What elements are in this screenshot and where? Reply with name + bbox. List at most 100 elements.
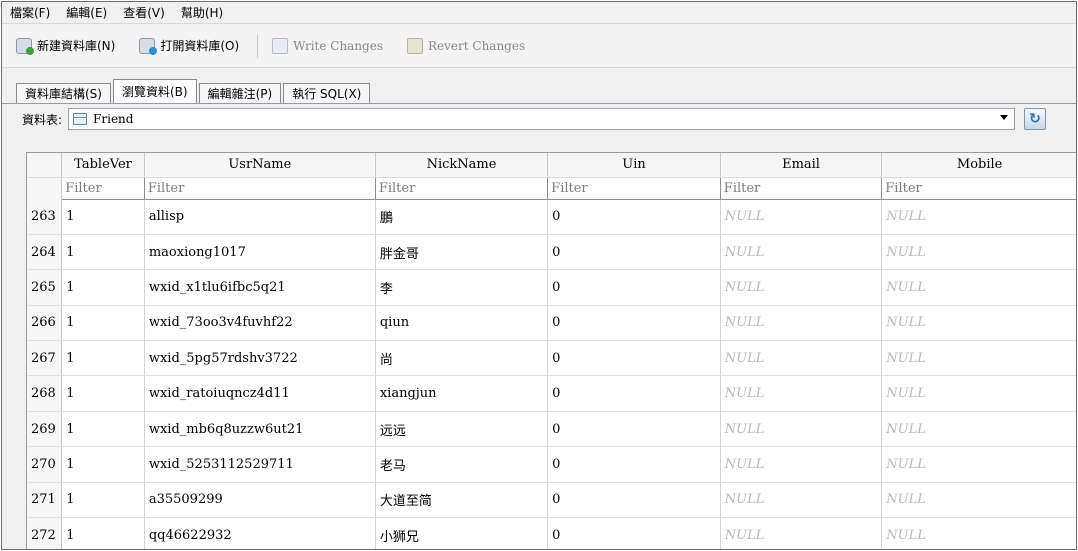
column-header-tablever[interactable]: TableVer (61, 153, 145, 178)
cell-uin[interactable]: 0 (547, 305, 721, 342)
cell-uin[interactable]: 0 (547, 340, 721, 377)
cell-email[interactable]: NULL (720, 269, 883, 306)
cell-email[interactable]: NULL (720, 411, 883, 448)
tab-browse-data[interactable]: 瀏覽資料(B) (112, 79, 197, 103)
cell-uin[interactable]: 0 (547, 411, 721, 448)
filter-input-email[interactable]: Filter (719, 176, 883, 200)
cell-mobile[interactable]: NULL (881, 199, 1076, 235)
table-row[interactable]: 264 1 maoxiong1017 胖金哥 0 NULL NULL (27, 234, 1076, 271)
cell-mobile[interactable]: NULL (881, 340, 1076, 377)
cell-uin[interactable]: 0 (547, 482, 721, 519)
cell-nickname[interactable]: 大道至简 (375, 482, 549, 519)
cell-email[interactable]: NULL (720, 305, 883, 342)
cell-uin[interactable]: 0 (547, 446, 721, 483)
cell-usrname[interactable]: wxid_5pg57rdshv3722 (144, 340, 376, 377)
cell-nickname[interactable]: 胖金哥 (375, 234, 549, 271)
row-number[interactable]: 264 (27, 234, 63, 271)
cell-usrname[interactable]: wxid_73oo3v4fuvhf22 (144, 305, 376, 342)
table-row[interactable]: 268 1 wxid_ratoiuqncz4d11 xiangjun 0 NULL NULL (27, 375, 1076, 412)
column-header-usrname[interactable]: UsrName (144, 153, 376, 178)
cell-uin[interactable]: 0 (547, 375, 721, 412)
row-number[interactable]: 265 (27, 269, 63, 306)
cell-nickname[interactable]: 鵬 (375, 199, 549, 235)
filter-input-tablever[interactable]: Filter (61, 176, 145, 200)
tab-execute-sql[interactable]: 執行 SQL(X) (283, 83, 371, 103)
menu-view[interactable]: 查看(V) (119, 4, 177, 21)
cell-nickname[interactable]: 小狮兄 (375, 517, 549, 549)
table-row[interactable]: 272 1 qq46622932 小狮兄 0 NULL NULL (27, 517, 1076, 549)
cell-usrname[interactable]: allisp (144, 199, 376, 235)
cell-tablever[interactable]: 1 (61, 517, 145, 549)
cell-nickname[interactable]: 老马 (375, 446, 549, 483)
cell-uin[interactable]: 0 (547, 199, 721, 235)
row-number[interactable]: 268 (27, 375, 63, 412)
table-row[interactable]: 269 1 wxid_mb6q8uzzw6ut21 远远 0 NULL NULL (27, 411, 1076, 448)
cell-mobile[interactable]: NULL (881, 517, 1076, 549)
cell-usrname[interactable]: maoxiong1017 (144, 234, 376, 271)
cell-usrname[interactable]: wxid_ratoiuqncz4d11 (144, 375, 376, 412)
menu-help[interactable]: 幫助(H) (177, 4, 235, 21)
table-row[interactable]: 266 1 wxid_73oo3v4fuvhf22 qiun 0 NULL NULL (27, 305, 1076, 342)
cell-tablever[interactable]: 1 (61, 234, 145, 271)
filter-input-nickname[interactable]: Filter (374, 176, 549, 200)
cell-nickname[interactable]: 李 (375, 269, 549, 306)
cell-usrname[interactable]: wxid_x1tlu6ifbc5q21 (144, 269, 376, 306)
cell-usrname[interactable]: qq46622932 (144, 517, 376, 549)
cell-nickname[interactable]: 尚 (375, 340, 549, 377)
cell-tablever[interactable]: 1 (61, 305, 145, 342)
cell-mobile[interactable]: NULL (881, 234, 1076, 271)
cell-tablever[interactable]: 1 (61, 199, 145, 235)
write-changes-button[interactable]: Write Changes (272, 37, 383, 54)
revert-changes-button[interactable]: Revert Changes (407, 37, 525, 54)
cell-email[interactable]: NULL (720, 199, 883, 235)
cell-uin[interactable]: 0 (547, 517, 721, 549)
tab-edit-pragmas[interactable]: 編輯雜注(P) (198, 83, 282, 103)
cell-tablever[interactable]: 1 (61, 340, 145, 377)
cell-usrname[interactable]: wxid_5253112529711 (144, 446, 376, 483)
column-header-uin[interactable]: Uin (547, 153, 721, 178)
table-select-dropdown[interactable]: Friend (68, 108, 1016, 130)
row-number[interactable]: 269 (27, 411, 63, 448)
cell-mobile[interactable]: NULL (881, 446, 1076, 483)
cell-email[interactable]: NULL (720, 446, 883, 483)
cell-nickname[interactable]: qiun (375, 305, 549, 342)
table-row[interactable]: 271 1 a35509299 大道至简 0 NULL NULL (27, 482, 1076, 519)
cell-email[interactable]: NULL (720, 482, 883, 519)
column-header-nickname[interactable]: NickName (375, 153, 549, 178)
row-number[interactable]: 272 (27, 517, 63, 549)
cell-tablever[interactable]: 1 (61, 482, 145, 519)
cell-email[interactable]: NULL (720, 234, 883, 271)
cell-email[interactable]: NULL (720, 340, 883, 377)
cell-nickname[interactable]: 远远 (375, 411, 549, 448)
cell-mobile[interactable]: NULL (881, 411, 1076, 448)
cell-email[interactable]: NULL (720, 517, 883, 549)
refresh-button[interactable]: ↻ (1024, 108, 1047, 130)
cell-nickname[interactable]: xiangjun (375, 375, 549, 412)
cell-email[interactable]: NULL (720, 375, 883, 412)
table-row[interactable]: 270 1 wxid_5253112529711 老马 0 NULL NULL (27, 446, 1076, 483)
cell-mobile[interactable]: NULL (881, 305, 1076, 342)
row-number[interactable]: 267 (27, 340, 63, 377)
row-number[interactable]: 263 (27, 199, 63, 235)
filter-input-mobile[interactable]: Filter (881, 176, 1076, 200)
cell-uin[interactable]: 0 (547, 234, 721, 271)
row-number[interactable]: 270 (27, 446, 63, 483)
cell-tablever[interactable]: 1 (61, 446, 145, 483)
cell-usrname[interactable]: wxid_mb6q8uzzw6ut21 (144, 411, 376, 448)
cell-tablever[interactable]: 1 (61, 411, 145, 448)
cell-mobile[interactable]: NULL (881, 482, 1076, 519)
menu-file[interactable]: 檔案(F) (6, 4, 62, 21)
table-row[interactable]: 267 1 wxid_5pg57rdshv3722 尚 0 NULL NULL (27, 340, 1076, 377)
cell-tablever[interactable]: 1 (61, 375, 145, 412)
cell-mobile[interactable]: NULL (881, 375, 1076, 412)
open-database-button[interactable]: 打開資料庫(O) (139, 37, 239, 55)
row-number[interactable]: 266 (27, 305, 63, 342)
table-row[interactable]: 265 1 wxid_x1tlu6ifbc5q21 李 0 NULL NULL (27, 269, 1076, 306)
tab-database-structure[interactable]: 資料庫結構(S) (16, 83, 111, 103)
new-database-button[interactable]: 新建資料庫(N) (16, 37, 115, 55)
filter-input-uin[interactable]: Filter (547, 176, 721, 200)
row-number[interactable]: 271 (27, 482, 63, 519)
cell-usrname[interactable]: a35509299 (144, 482, 376, 519)
cell-tablever[interactable]: 1 (61, 269, 145, 306)
column-header-mobile[interactable]: Mobile (881, 153, 1076, 178)
